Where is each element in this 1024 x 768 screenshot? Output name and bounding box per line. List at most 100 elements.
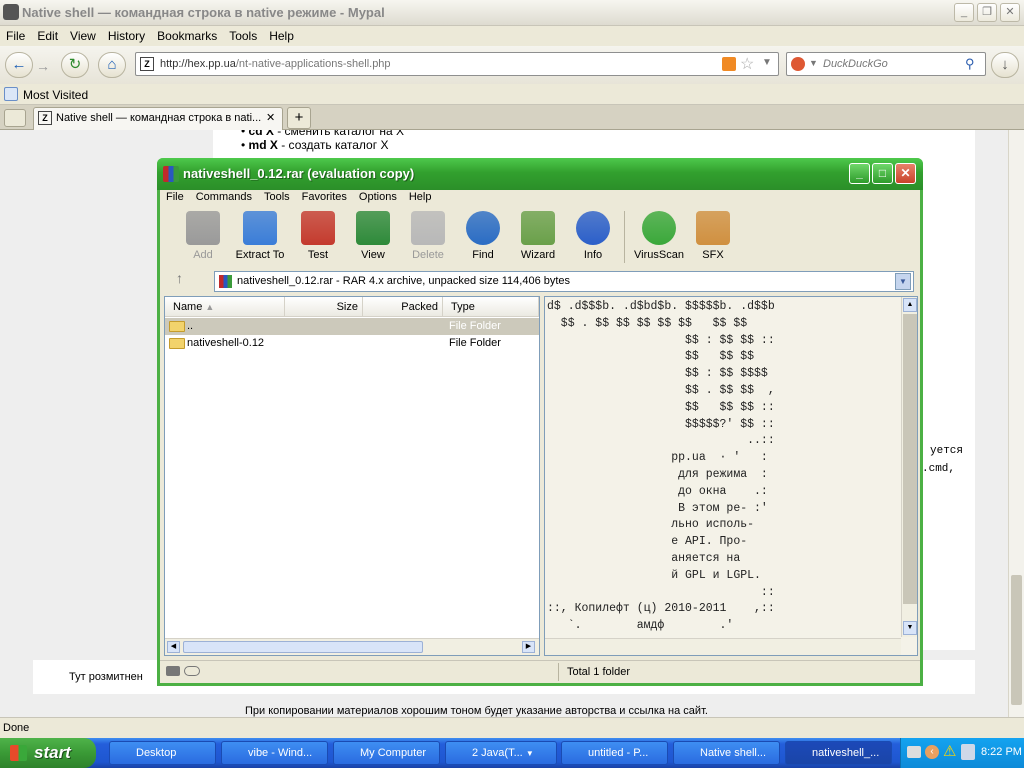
- reload-icon[interactable]: ↻: [61, 52, 89, 78]
- file-row-parent[interactable]: .. File Folder: [165, 318, 539, 335]
- windows-logo-icon: [10, 745, 27, 761]
- extract-to-label: Extract To: [235, 249, 285, 261]
- bookmark-most-visited[interactable]: Most Visited: [23, 88, 88, 102]
- task-native-shell-label: Native shell...: [700, 747, 767, 759]
- task-java[interactable]: 2 Java(T... ▼: [445, 741, 557, 765]
- winrar-app-icon: [163, 166, 179, 182]
- forward-arrow-icon[interactable]: →: [36, 58, 50, 74]
- scroll-up-icon[interactable]: ▲: [903, 298, 917, 312]
- task-nativeshell-rar[interactable]: nativeshell_...: [785, 741, 892, 765]
- task-vibe[interactable]: vibe - Wind...: [221, 741, 328, 765]
- menu-file[interactable]: File: [0, 26, 31, 46]
- maximize-button[interactable]: ❐: [977, 3, 997, 22]
- winrar-status-text: Total 1 folder: [567, 666, 630, 678]
- folder-icon: [169, 320, 185, 332]
- winrar-status-bar: Total 1 folder: [160, 660, 920, 682]
- extract-to-button[interactable]: Extract To: [232, 211, 288, 261]
- search-box[interactable]: ▼ DuckDuckGo ⚲: [786, 52, 986, 76]
- path-dropdown-icon[interactable]: ▼: [895, 273, 911, 290]
- back-arrow-icon[interactable]: ←: [5, 52, 33, 78]
- comment-scroll-thumb[interactable]: [903, 314, 917, 604]
- rss-feed-icon[interactable]: [722, 57, 736, 71]
- download-icon[interactable]: ↓: [991, 52, 1019, 78]
- file-list-hscrollbar[interactable]: ◀ ▶: [165, 638, 539, 655]
- rar-menu-help[interactable]: Help: [403, 187, 438, 207]
- keyboard-icon[interactable]: [907, 746, 921, 758]
- column-type[interactable]: Type: [443, 297, 539, 317]
- sfx-label: SFX: [702, 249, 724, 261]
- file-row-nativeshell[interactable]: nativeshell-0.12 File Folder: [165, 335, 539, 352]
- url-domain: http://hex.pp.ua: [160, 58, 236, 70]
- test-button[interactable]: Test: [293, 211, 343, 261]
- comment-vscrollbar[interactable]: ▲ ▼: [901, 297, 917, 637]
- url-text: http://hex.pp.ua/nt-native-applications-…: [160, 58, 391, 70]
- comment-hscrollbar[interactable]: [545, 638, 901, 655]
- page-scrollbar[interactable]: [1008, 130, 1024, 717]
- most-visited-icon: [4, 87, 18, 101]
- toolbar-separator: [624, 211, 625, 263]
- browser-status-bar: Done: [0, 717, 1024, 738]
- close-button[interactable]: ✕: [1000, 3, 1020, 22]
- tab-native-shell[interactable]: Z Native shell — командная строка в nati…: [33, 107, 283, 130]
- column-size[interactable]: Size: [285, 297, 363, 317]
- file-list-scroll-thumb[interactable]: [183, 641, 423, 653]
- page-scroll-thumb[interactable]: [1011, 575, 1022, 705]
- duckduckgo-icon[interactable]: [791, 57, 805, 71]
- tray-collapse-icon[interactable]: ‹: [925, 745, 939, 759]
- winrar-title-bar[interactable]: nativeshell_0.12.rar (evaluation copy) _…: [157, 158, 923, 190]
- info-button[interactable]: Info: [568, 211, 618, 261]
- task-desktop[interactable]: Desktop: [109, 741, 216, 765]
- menu-edit[interactable]: Edit: [31, 26, 64, 46]
- sfx-button[interactable]: SFX: [688, 211, 738, 261]
- warning-icon[interactable]: ⚠: [943, 742, 956, 760]
- winrar-maximize-button[interactable]: □: [872, 163, 893, 184]
- home-icon[interactable]: ⌂: [98, 52, 126, 78]
- scroll-right-icon[interactable]: ▶: [522, 641, 535, 653]
- site-favicon-icon: Z: [140, 57, 154, 71]
- clock[interactable]: 8:22 PM: [981, 746, 1022, 758]
- rar-menu-options[interactable]: Options: [353, 187, 403, 207]
- menu-view[interactable]: View: [64, 26, 102, 46]
- up-folder-icon[interactable]: ↑: [176, 270, 183, 286]
- browser-title-bar: Native shell — командная строка в native…: [0, 0, 1024, 26]
- bookmark-star-icon[interactable]: ☆: [740, 54, 754, 74]
- menu-tools[interactable]: Tools: [223, 26, 263, 46]
- url-dropdown-icon[interactable]: ▼: [762, 57, 772, 68]
- task-my-computer[interactable]: My Computer: [333, 741, 440, 765]
- menu-help[interactable]: Help: [263, 26, 300, 46]
- view-button[interactable]: View: [348, 211, 398, 261]
- winrar-minimize-button[interactable]: _: [849, 163, 870, 184]
- add-button[interactable]: Add: [178, 211, 228, 261]
- tab-groups-icon[interactable]: [4, 109, 26, 127]
- wizard-label: Wizard: [520, 249, 556, 261]
- minimize-button[interactable]: _: [954, 3, 974, 22]
- column-name[interactable]: Name ▲: [165, 297, 285, 317]
- scroll-down-icon[interactable]: ▼: [903, 621, 917, 635]
- menu-bookmarks[interactable]: Bookmarks: [151, 26, 223, 46]
- start-button[interactable]: start: [0, 738, 96, 768]
- archive-path-box[interactable]: nativeshell_0.12.rar - RAR 4.x archive, …: [214, 271, 914, 292]
- rar-menu-commands[interactable]: Commands: [190, 187, 258, 207]
- tab-close-icon[interactable]: ✕: [266, 111, 275, 124]
- url-bar[interactable]: Z http://hex.pp.ua/nt-native-application…: [135, 52, 779, 76]
- rar-menu-file[interactable]: File: [160, 187, 190, 207]
- rar-menu-tools[interactable]: Tools: [258, 187, 296, 207]
- menu-history[interactable]: History: [102, 26, 151, 46]
- find-button[interactable]: Find: [458, 211, 508, 261]
- new-tab-button[interactable]: +: [287, 107, 311, 129]
- volume-icon[interactable]: [961, 744, 975, 760]
- engine-dropdown-icon[interactable]: ▼: [809, 58, 818, 68]
- column-packed[interactable]: Packed: [363, 297, 443, 317]
- task-native-shell[interactable]: Native shell...: [673, 741, 780, 765]
- wizard-wand-icon: [521, 211, 555, 245]
- task-untitled-paint[interactable]: untitled - P...: [561, 741, 668, 765]
- rar-menu-favorites[interactable]: Favorites: [296, 187, 353, 207]
- scroll-left-icon[interactable]: ◀: [167, 641, 180, 653]
- winrar-close-button[interactable]: ✕: [895, 163, 916, 184]
- archive-path-text: nativeshell_0.12.rar - RAR 4.x archive, …: [237, 275, 571, 287]
- virusscan-button[interactable]: VirusScan: [631, 211, 687, 261]
- file-list: Name ▲ Size Packed Type .. File Folder n…: [164, 296, 540, 656]
- delete-button[interactable]: Delete: [403, 211, 453, 261]
- wizard-button[interactable]: Wizard: [513, 211, 563, 261]
- search-icon[interactable]: ⚲: [965, 56, 975, 72]
